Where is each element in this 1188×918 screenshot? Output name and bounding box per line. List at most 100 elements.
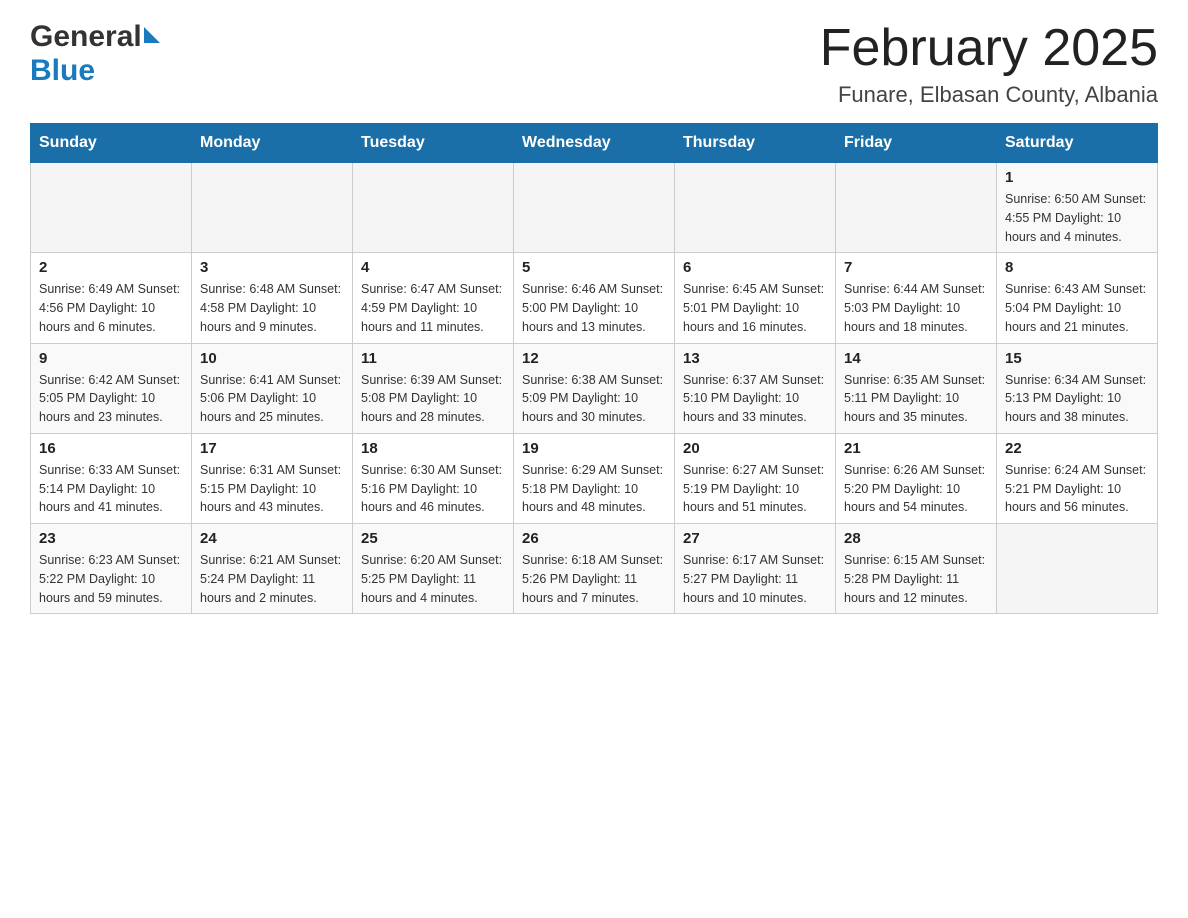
calendar-cell: 23 Sunrise: 6:23 AM Sunset: 5:22 PM Dayli… xyxy=(31,524,192,614)
day-info: Sunrise: 6:49 AM Sunset: 4:56 PM Dayligh… xyxy=(39,280,183,336)
calendar-week-row: 16 Sunrise: 6:33 AM Sunset: 5:14 PM Dayli… xyxy=(31,433,1158,523)
calendar-header-thursday: Thursday xyxy=(675,124,836,163)
calendar-cell xyxy=(997,524,1158,614)
day-number: 6 xyxy=(683,259,827,276)
logo: General Blue xyxy=(30,20,162,88)
day-info: Sunrise: 6:42 AM Sunset: 5:05 PM Dayligh… xyxy=(39,371,183,427)
calendar-week-row: 9 Sunrise: 6:42 AM Sunset: 5:05 PM Daylig… xyxy=(31,343,1158,433)
day-number: 18 xyxy=(361,440,505,457)
calendar-cell: 14Sunrise: 6:35 AM Sunset: 5:11 PM Dayli… xyxy=(836,343,997,433)
day-info: Sunrise: 6:50 AM Sunset: 4:55 PM Dayligh… xyxy=(1005,190,1149,246)
calendar-header-row: SundayMondayTuesdayWednesdayThursdayFrid… xyxy=(31,124,1158,163)
calendar-week-row: 2 Sunrise: 6:49 AM Sunset: 4:56 PM Daylig… xyxy=(31,253,1158,343)
day-number: 16 xyxy=(39,440,183,457)
calendar-cell: 13 Sunrise: 6:37 AM Sunset: 5:10 PM Dayli… xyxy=(675,343,836,433)
day-info: Sunrise: 6:43 AM Sunset: 5:04 PM Dayligh… xyxy=(1005,280,1149,336)
calendar-week-row: 1 Sunrise: 6:50 AM Sunset: 4:55 PM Daylig… xyxy=(31,163,1158,253)
day-info: Sunrise: 6:31 AM Sunset: 5:15 PM Dayligh… xyxy=(200,461,344,517)
day-number: 23 xyxy=(39,530,183,547)
calendar-cell: 24 Sunrise: 6:21 AM Sunset: 5:24 PM Dayli… xyxy=(192,524,353,614)
day-number: 28 xyxy=(844,530,988,547)
day-number: 4 xyxy=(361,259,505,276)
calendar-cell: 26 Sunrise: 6:18 AM Sunset: 5:26 PM Dayli… xyxy=(514,524,675,614)
day-info: Sunrise: 6:45 AM Sunset: 5:01 PM Dayligh… xyxy=(683,280,827,336)
day-number: 22 xyxy=(1005,440,1149,457)
calendar-header-wednesday: Wednesday xyxy=(514,124,675,163)
day-info: Sunrise: 6:47 AM Sunset: 4:59 PM Dayligh… xyxy=(361,280,505,336)
day-number: 10 xyxy=(200,350,344,367)
day-number: 5 xyxy=(522,259,666,276)
calendar-cell: 27 Sunrise: 6:17 AM Sunset: 5:27 PM Dayli… xyxy=(675,524,836,614)
day-info: Sunrise: 6:21 AM Sunset: 5:24 PM Dayligh… xyxy=(200,551,344,607)
day-info: Sunrise: 6:48 AM Sunset: 4:58 PM Dayligh… xyxy=(200,280,344,336)
calendar-cell: 3 Sunrise: 6:48 AM Sunset: 4:58 PM Daylig… xyxy=(192,253,353,343)
calendar-header-friday: Friday xyxy=(836,124,997,163)
day-info: Sunrise: 6:17 AM Sunset: 5:27 PM Dayligh… xyxy=(683,551,827,607)
calendar-cell: 10 Sunrise: 6:41 AM Sunset: 5:06 PM Dayli… xyxy=(192,343,353,433)
day-info: Sunrise: 6:20 AM Sunset: 5:25 PM Dayligh… xyxy=(361,551,505,607)
day-info: Sunrise: 6:34 AM Sunset: 5:13 PM Dayligh… xyxy=(1005,371,1149,427)
day-number: 9 xyxy=(39,350,183,367)
day-number: 1 xyxy=(1005,169,1149,186)
calendar-cell xyxy=(675,163,836,253)
logo-arrow-icon xyxy=(144,27,160,43)
day-info: Sunrise: 6:38 AM Sunset: 5:09 PM Dayligh… xyxy=(522,371,666,427)
day-info: Sunrise: 6:23 AM Sunset: 5:22 PM Dayligh… xyxy=(39,551,183,607)
day-number: 20 xyxy=(683,440,827,457)
day-info: Sunrise: 6:41 AM Sunset: 5:06 PM Dayligh… xyxy=(200,371,344,427)
calendar-cell xyxy=(836,163,997,253)
day-number: 21 xyxy=(844,440,988,457)
page-header: General Blue February 2025 Funare, Elbas… xyxy=(30,20,1158,108)
day-number: 26 xyxy=(522,530,666,547)
day-info: Sunrise: 6:15 AM Sunset: 5:28 PM Dayligh… xyxy=(844,551,988,607)
day-info: Sunrise: 6:39 AM Sunset: 5:08 PM Dayligh… xyxy=(361,371,505,427)
calendar-cell xyxy=(192,163,353,253)
day-number: 12 xyxy=(522,350,666,367)
day-number: 7 xyxy=(844,259,988,276)
calendar-cell: 17 Sunrise: 6:31 AM Sunset: 5:15 PM Dayli… xyxy=(192,433,353,523)
calendar-cell: 20 Sunrise: 6:27 AM Sunset: 5:19 PM Dayli… xyxy=(675,433,836,523)
logo-general-text: General xyxy=(30,20,142,54)
day-number: 25 xyxy=(361,530,505,547)
month-title: February 2025 xyxy=(820,20,1158,77)
day-number: 27 xyxy=(683,530,827,547)
day-info: Sunrise: 6:37 AM Sunset: 5:10 PM Dayligh… xyxy=(683,371,827,427)
logo-blue-text: Blue xyxy=(30,54,95,87)
calendar-header-sunday: Sunday xyxy=(31,124,192,163)
calendar-cell: 5 Sunrise: 6:46 AM Sunset: 5:00 PM Daylig… xyxy=(514,253,675,343)
calendar-cell: 25 Sunrise: 6:20 AM Sunset: 5:25 PM Dayli… xyxy=(353,524,514,614)
day-info: Sunrise: 6:26 AM Sunset: 5:20 PM Dayligh… xyxy=(844,461,988,517)
day-number: 24 xyxy=(200,530,344,547)
calendar-week-row: 23 Sunrise: 6:23 AM Sunset: 5:22 PM Dayli… xyxy=(31,524,1158,614)
calendar-cell xyxy=(514,163,675,253)
calendar-header-tuesday: Tuesday xyxy=(353,124,514,163)
calendar-cell: 6 Sunrise: 6:45 AM Sunset: 5:01 PM Daylig… xyxy=(675,253,836,343)
day-info: Sunrise: 6:44 AM Sunset: 5:03 PM Dayligh… xyxy=(844,280,988,336)
calendar-cell xyxy=(31,163,192,253)
calendar-cell: 19Sunrise: 6:29 AM Sunset: 5:18 PM Dayli… xyxy=(514,433,675,523)
day-number: 8 xyxy=(1005,259,1149,276)
calendar-cell: 22 Sunrise: 6:24 AM Sunset: 5:21 PM Dayli… xyxy=(997,433,1158,523)
location-title: Funare, Elbasan County, Albania xyxy=(820,82,1158,108)
day-info: Sunrise: 6:18 AM Sunset: 5:26 PM Dayligh… xyxy=(522,551,666,607)
calendar-cell: 15Sunrise: 6:34 AM Sunset: 5:13 PM Dayli… xyxy=(997,343,1158,433)
calendar-header-saturday: Saturday xyxy=(997,124,1158,163)
day-number: 17 xyxy=(200,440,344,457)
day-info: Sunrise: 6:35 AM Sunset: 5:11 PM Dayligh… xyxy=(844,371,988,427)
day-number: 13 xyxy=(683,350,827,367)
day-number: 2 xyxy=(39,259,183,276)
day-number: 3 xyxy=(200,259,344,276)
day-info: Sunrise: 6:33 AM Sunset: 5:14 PM Dayligh… xyxy=(39,461,183,517)
calendar-cell: 9 Sunrise: 6:42 AM Sunset: 5:05 PM Daylig… xyxy=(31,343,192,433)
day-info: Sunrise: 6:46 AM Sunset: 5:00 PM Dayligh… xyxy=(522,280,666,336)
day-info: Sunrise: 6:27 AM Sunset: 5:19 PM Dayligh… xyxy=(683,461,827,517)
calendar-cell: 7 Sunrise: 6:44 AM Sunset: 5:03 PM Daylig… xyxy=(836,253,997,343)
calendar-cell: 12 Sunrise: 6:38 AM Sunset: 5:09 PM Dayli… xyxy=(514,343,675,433)
calendar-table: SundayMondayTuesdayWednesdayThursdayFrid… xyxy=(30,123,1158,614)
calendar-header-monday: Monday xyxy=(192,124,353,163)
day-info: Sunrise: 6:24 AM Sunset: 5:21 PM Dayligh… xyxy=(1005,461,1149,517)
calendar-cell: 11 Sunrise: 6:39 AM Sunset: 5:08 PM Dayli… xyxy=(353,343,514,433)
day-number: 11 xyxy=(361,350,505,367)
calendar-cell: 21 Sunrise: 6:26 AM Sunset: 5:20 PM Dayli… xyxy=(836,433,997,523)
title-section: February 2025 Funare, Elbasan County, Al… xyxy=(820,20,1158,108)
